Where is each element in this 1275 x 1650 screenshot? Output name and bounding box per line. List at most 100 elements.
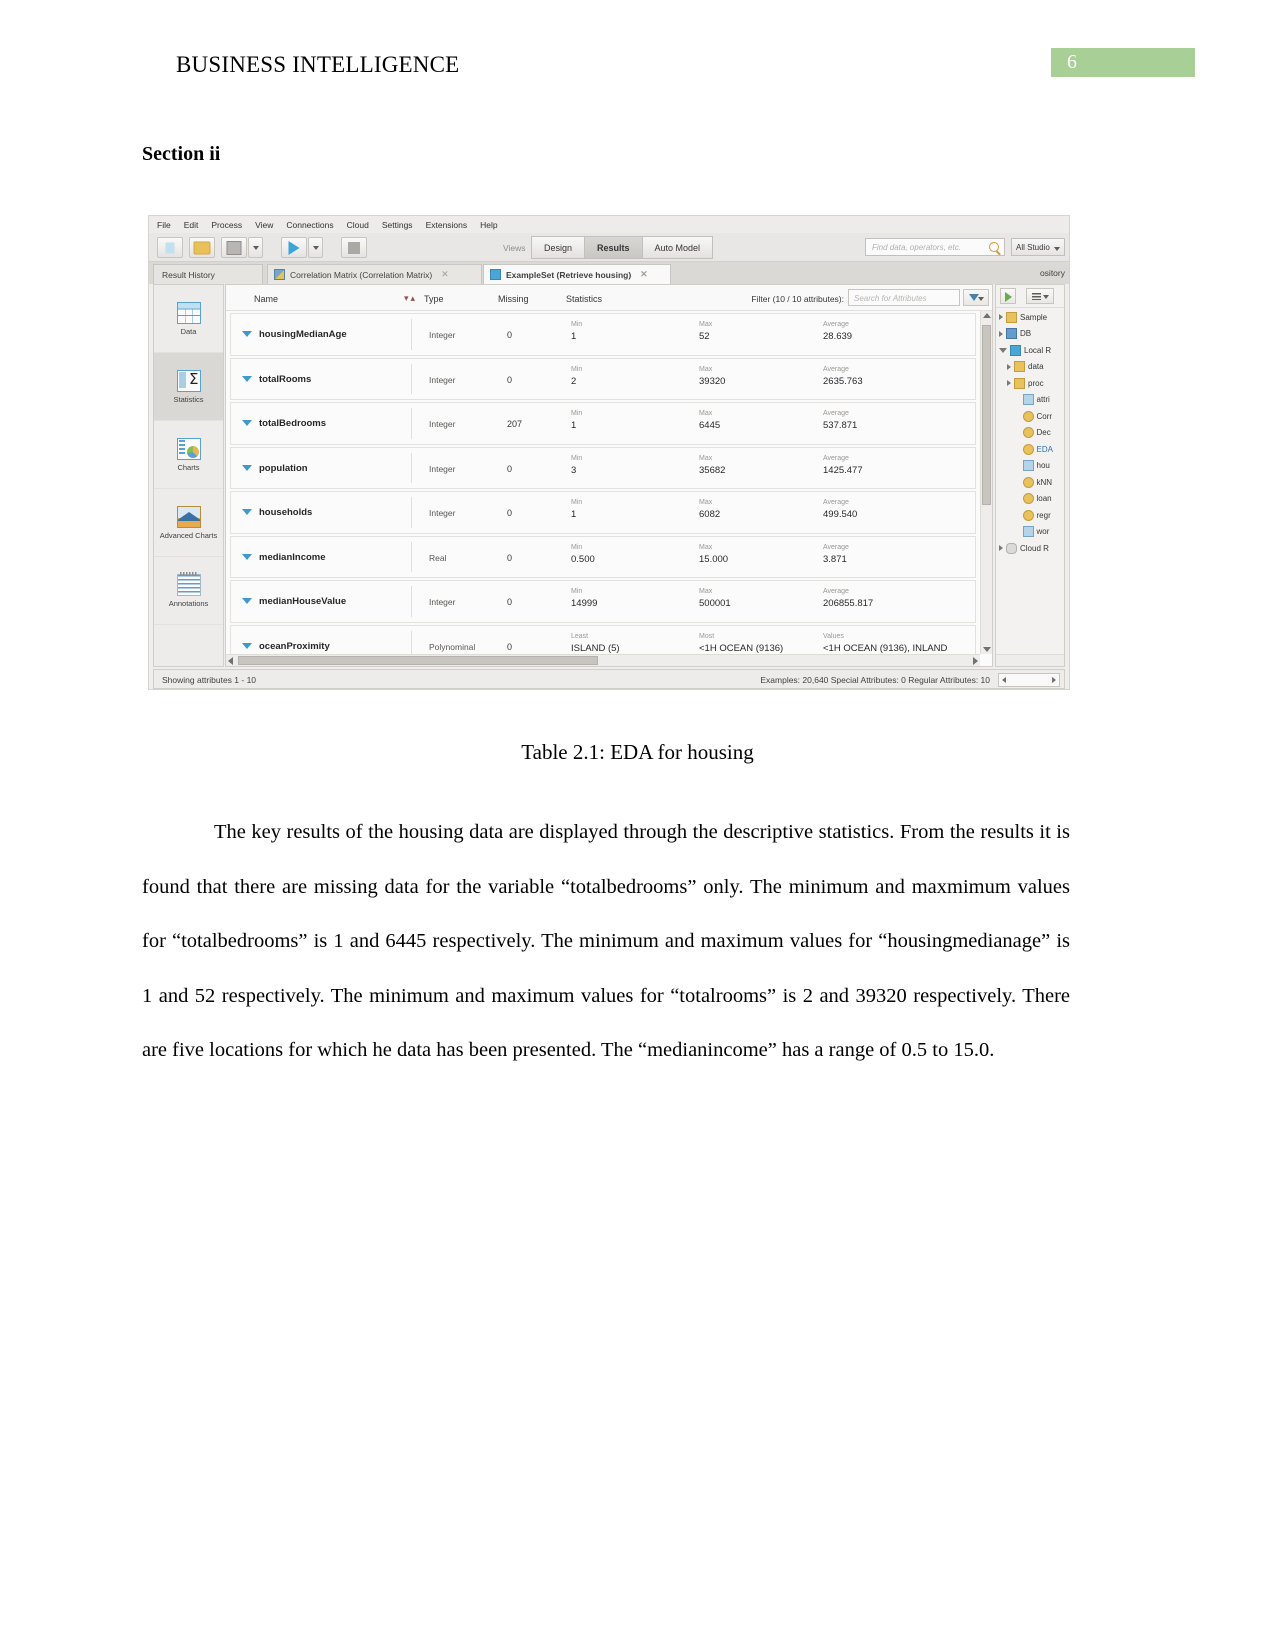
repo-node-data[interactable]: data [996,359,1064,376]
stat-min-label: Min [571,499,583,506]
repo-node-wor[interactable]: wor [996,524,1064,541]
save-process-button[interactable] [221,237,247,258]
search-scope-select[interactable]: All Studio [1011,238,1065,256]
chevron-down-icon[interactable] [242,464,252,471]
close-icon[interactable]: ✕ [640,269,648,280]
repo-node-samples[interactable]: Sample [996,309,1064,326]
chevron-right-icon[interactable] [999,545,1003,552]
tab-repository-label[interactable]: ository [1040,268,1065,278]
stat-max: Max 35682 [699,454,725,478]
table-row[interactable]: oceanProximity Polynominal 0 Least ISLAN… [230,624,976,654]
stat-max-label: Max [699,588,713,595]
vertical-scrollbar-thumb[interactable] [982,325,991,505]
chevron-down-icon[interactable] [242,642,252,649]
column-header-missing[interactable]: Missing [498,294,529,304]
global-search-input[interactable]: Find data, operators, etc. [865,238,1005,256]
rail-item-statistics[interactable]: Statistics [154,353,223,421]
tab-design[interactable]: Design [531,236,586,259]
menu-item-process[interactable]: Process [211,220,242,230]
chevron-right-icon[interactable] [999,314,1003,321]
chevron-down-icon[interactable] [242,598,252,604]
repo-node-attri[interactable]: attri [996,392,1064,409]
table-row[interactable]: housingMedianAge Integer 0 Min 1 Max 52 … [230,313,976,356]
link-icon [1022,476,1034,488]
repo-node-processes[interactable]: proc [996,375,1064,392]
rail-item-advanced-charts[interactable]: Advanced Charts [154,489,223,557]
chevron-right-icon[interactable] [999,330,1003,337]
tab-result-history[interactable]: Result History [153,264,263,284]
tab-correlation-matrix-label: Correlation Matrix (Correlation Matrix) [290,269,433,280]
data-grid-icon [176,301,201,324]
vertical-scrollbar[interactable] [980,311,992,654]
menu-item-file[interactable]: File [157,220,171,230]
chevron-down-icon[interactable] [999,347,1007,353]
horizontal-scrollbar-thumb[interactable] [238,656,598,665]
repo-node-local-repository[interactable]: Local R [996,342,1064,359]
repo-node-regr[interactable]: regr [996,507,1064,524]
chevron-down-icon[interactable] [242,553,252,560]
repository-horizontal-scrollbar[interactable] [996,654,1064,666]
repo-node-hou[interactable]: hou [996,458,1064,475]
scroll-right-icon[interactable] [973,657,978,665]
tab-exampleset[interactable]: ExampleSet (Retrieve housing) ✕ [483,264,671,284]
menu-item-edit[interactable]: Edit [184,220,199,230]
open-process-button[interactable] [189,237,215,258]
chevron-right-icon[interactable] [1007,380,1011,387]
table-row[interactable]: totalBedrooms Integer 207 Min 1 Max 6445… [230,402,976,445]
previous-page-icon[interactable] [1002,677,1006,683]
filter-button[interactable] [963,289,989,306]
repo-node-db[interactable]: DB [996,326,1064,343]
scroll-down-icon[interactable] [983,647,991,652]
statusbar-pager[interactable] [998,673,1060,687]
scroll-up-icon[interactable] [983,313,991,318]
column-header-name[interactable]: Name [254,294,278,304]
stat-max-value: 35682 [699,464,726,476]
repository-menu-button[interactable] [1026,288,1054,304]
column-header-type[interactable]: Type [424,294,444,304]
stat-min: Min 3 [571,454,582,478]
tab-auto-model[interactable]: Auto Model [642,236,714,259]
column-header-statistics[interactable]: Statistics [566,294,602,304]
chevron-down-icon[interactable] [242,509,252,515]
save-dropdown-button[interactable] [248,237,263,258]
menu-item-help[interactable]: Help [480,220,497,230]
menu-item-view[interactable]: View [255,220,273,230]
repo-node-cloud-repository[interactable]: Cloud R [996,540,1064,557]
table-row[interactable]: population Integer 0 Min 3 Max 35682 Ave… [230,446,976,489]
chevron-down-icon[interactable] [242,331,252,337]
menu-item-connections[interactable]: Connections [286,220,333,230]
run-dropdown-button[interactable] [308,237,323,258]
rail-item-data[interactable]: Data [154,285,223,353]
rail-item-annotations[interactable]: Annotations [154,557,223,625]
scroll-left-icon[interactable] [228,657,233,665]
close-icon[interactable]: ✕ [441,269,449,280]
horizontal-scrollbar[interactable] [226,654,980,666]
repo-node-knn[interactable]: kNN [996,474,1064,491]
run-process-button[interactable] [281,237,307,258]
sort-indicator-icon[interactable]: ▾▴ [404,293,417,304]
table-row[interactable]: households Integer 0 Min 1 Max 6082 Aver… [230,491,976,534]
repo-node-loan[interactable]: loan [996,491,1064,508]
stop-process-button[interactable] [341,237,367,258]
repo-node-corr[interactable]: Corr [996,408,1064,425]
repo-node-eda[interactable]: EDA [996,441,1064,458]
new-process-button[interactable] [157,237,183,258]
chevron-down-icon[interactable] [242,375,252,382]
table-row[interactable]: totalRooms Integer 0 Min 2 Max 39320 Ave… [230,357,976,400]
tab-correlation-matrix[interactable]: Correlation Matrix (Correlation Matrix) … [267,264,482,284]
table-row[interactable]: medianHouseValue Integer 0 Min 14999 Max… [230,580,976,623]
repo-node-dec[interactable]: Dec [996,425,1064,442]
menu-item-settings[interactable]: Settings [382,220,413,230]
repository-run-button[interactable] [1000,288,1016,304]
process-icon [1022,394,1034,406]
next-page-icon[interactable] [1052,677,1056,683]
tab-results[interactable]: Results [585,236,643,259]
stat-average-value: 537.871 [823,420,858,431]
menu-item-extensions[interactable]: Extensions [426,220,468,230]
attribute-search-input[interactable]: Search for Attributes [848,289,960,306]
chevron-down-icon[interactable] [242,420,252,426]
menu-item-cloud[interactable]: Cloud [347,220,369,230]
rail-item-charts[interactable]: Charts [154,421,223,489]
chevron-right-icon[interactable] [1007,363,1011,370]
table-row[interactable]: medianIncome Real 0 Min 0.500 Max 15.000… [230,535,976,578]
